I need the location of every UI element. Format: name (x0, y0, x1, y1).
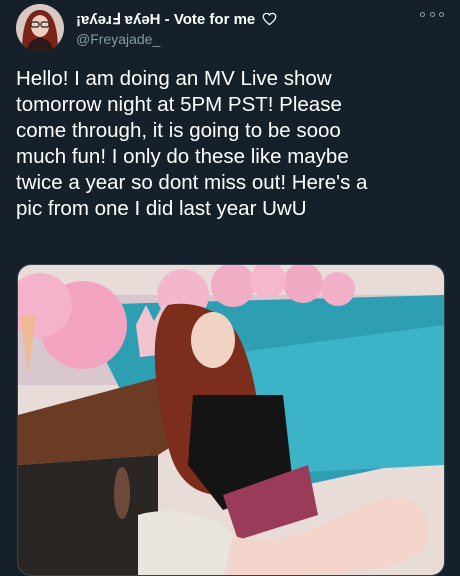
display-name-suffix: - Vote for me (160, 11, 256, 28)
tweet-photo[interactable] (17, 264, 445, 576)
more-options-icon[interactable] (420, 8, 444, 20)
display-name-mirrored: ¡ɐʎǝɹℲ ɐʎǝH (76, 11, 161, 28)
tweet-text: Hello! I am doing an MV Live show tomorr… (16, 67, 368, 220)
heart-outline-icon (263, 12, 277, 26)
avatar[interactable] (16, 4, 64, 52)
user-handle[interactable]: @Freyajade_ (76, 31, 160, 47)
tweet-header: ¡ɐʎǝɹℲ ɐʎǝH - Vote for me @Freyajade_ (0, 0, 460, 60)
display-name[interactable]: ¡ɐʎǝɹℲ ɐʎǝH - Vote for me (76, 10, 277, 28)
